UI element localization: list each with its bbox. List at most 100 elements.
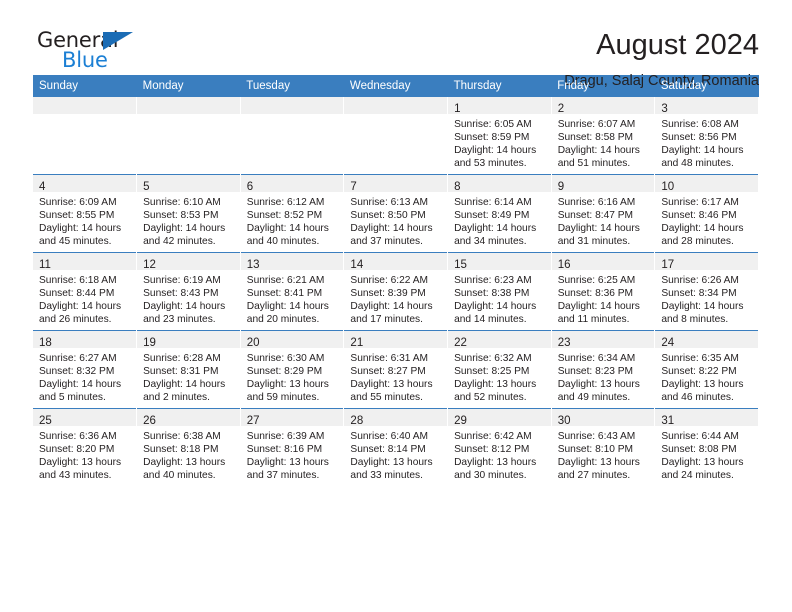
calendar-day-cell[interactable]: 23 Sunrise: 6:34 AM Sunset: 8:23 PM Dayligh… <box>551 330 656 409</box>
day-number: 3 <box>661 103 668 115</box>
calendar-day-cell[interactable]: 1 Sunrise: 6:05 AM Sunset: 8:59 PM Daylight… <box>447 97 552 175</box>
sunset-time: Sunset: 8:29 PM <box>246 366 323 378</box>
daylight-duration-line1: Daylight: 13 hours <box>246 457 329 469</box>
day-details: Sunrise: 6:08 AM Sunset: 8:56 PM Daylight:… <box>655 114 758 170</box>
daylight-duration-line1: Daylight: 14 hours <box>246 301 329 313</box>
daylight-duration-line2: and 37 minutes. <box>246 470 320 482</box>
sunrise-time: Sunrise: 6:22 AM <box>350 275 429 286</box>
calendar-day-cell[interactable]: 4 Sunrise: 6:09 AM Sunset: 8:55 PM Daylight… <box>33 174 138 253</box>
calendar-day-cell[interactable]: 20 Sunrise: 6:30 AM Sunset: 8:29 PM Dayligh… <box>240 330 345 409</box>
calendar-day-cell[interactable]: 11 Sunrise: 6:18 AM Sunset: 8:44 PM Dayligh… <box>33 252 138 331</box>
sunset-time: Sunset: 8:23 PM <box>557 366 634 378</box>
day-number: 18 <box>39 337 52 349</box>
sunset-time: Sunset: 8:38 PM <box>454 288 530 300</box>
calendar-day-cell[interactable]: 12 Sunrise: 6:19 AM Sunset: 8:43 PM Dayligh… <box>136 252 241 331</box>
sunset-time: Sunset: 8:31 PM <box>143 366 219 378</box>
calendar-day-cell[interactable]: 19 Sunrise: 6:28 AM Sunset: 8:31 PM Dayligh… <box>136 330 241 409</box>
calendar-day-cell[interactable]: 16 Sunrise: 6:25 AM Sunset: 8:36 PM Dayligh… <box>551 252 656 331</box>
day-details: Sunrise: 6:31 AM Sunset: 8:27 PM Daylight:… <box>344 348 447 404</box>
daylight-duration-line1: Daylight: 14 hours <box>246 223 329 235</box>
daylight-duration-line1: Daylight: 14 hours <box>39 223 122 235</box>
sunrise-time: Sunrise: 6:36 AM <box>39 431 117 442</box>
day-number-band: 1 <box>448 97 551 115</box>
sunrise-time: Sunrise: 6:35 AM <box>661 353 739 364</box>
calendar-day-cell[interactable]: 17 Sunrise: 6:26 AM Sunset: 8:34 PM Dayligh… <box>654 252 759 331</box>
calendar-day-cell-empty <box>240 97 345 175</box>
calendar-day-cell[interactable]: 5 Sunrise: 6:10 AM Sunset: 8:53 PM Daylight… <box>136 174 241 253</box>
day-number-band: 7 <box>344 175 448 193</box>
calendar-day-cell[interactable]: 14 Sunrise: 6:22 AM Sunset: 8:39 PM Dayligh… <box>343 252 449 331</box>
sunset-time: Sunset: 8:20 PM <box>39 444 115 456</box>
day-details: Sunrise: 6:42 AM Sunset: 8:12 PM Daylight:… <box>448 426 551 482</box>
calendar-day-cell[interactable]: 31 Sunrise: 6:44 AM Sunset: 8:08 PM Dayligh… <box>654 408 759 486</box>
daylight-duration-line1: Daylight: 14 hours <box>143 223 226 235</box>
daylight-duration-line1: Daylight: 13 hours <box>350 379 433 391</box>
daylight-duration-line1: Daylight: 13 hours <box>39 457 122 469</box>
calendar-day-cell[interactable]: 21 Sunrise: 6:31 AM Sunset: 8:27 PM Dayligh… <box>343 330 449 409</box>
calendar-day-cell[interactable]: 30 Sunrise: 6:43 AM Sunset: 8:10 PM Dayligh… <box>551 408 656 486</box>
day-number: 8 <box>454 181 461 193</box>
daylight-duration-line1: Daylight: 14 hours <box>454 145 537 157</box>
daylight-duration-line2: and 40 minutes. <box>246 236 320 248</box>
day-number-band: 4 <box>33 175 137 193</box>
day-details: Sunrise: 6:14 AM Sunset: 8:49 PM Daylight:… <box>448 192 551 248</box>
day-details: Sunrise: 6:35 AM Sunset: 8:22 PM Daylight:… <box>655 348 758 404</box>
day-number: 2 <box>557 103 565 115</box>
weekday-header-sunday: Sunday <box>33 75 137 97</box>
sunset-time: Sunset: 8:58 PM <box>557 132 634 144</box>
day-number-band: 26 <box>137 409 240 427</box>
calendar-day-cell[interactable]: 26 Sunrise: 6:38 AM Sunset: 8:18 PM Dayligh… <box>136 408 241 486</box>
sunset-time: Sunset: 8:47 PM <box>557 210 634 222</box>
calendar-day-cell[interactable]: 8 Sunrise: 6:14 AM Sunset: 8:49 PM Daylight… <box>447 174 552 253</box>
daylight-duration-line2: and 14 minutes. <box>454 314 527 326</box>
daylight-duration-line2: and 5 minutes. <box>39 392 106 404</box>
sunrise-time: Sunrise: 6:07 AM <box>557 119 636 130</box>
day-number-band: 14 <box>344 253 448 271</box>
daylight-duration-line2: and 37 minutes. <box>350 236 423 248</box>
calendar-day-cell[interactable]: 3 Sunrise: 6:08 AM Sunset: 8:56 PM Daylight… <box>654 97 759 175</box>
daylight-duration-line1: Daylight: 13 hours <box>661 457 744 469</box>
daylight-duration-line2: and 24 minutes. <box>661 470 734 482</box>
calendar-day-cell[interactable]: 27 Sunrise: 6:39 AM Sunset: 8:16 PM Dayligh… <box>240 408 345 486</box>
calendar-day-cell[interactable]: 7 Sunrise: 6:13 AM Sunset: 8:50 PM Daylight… <box>343 174 449 253</box>
day-number-band: 5 <box>137 175 240 193</box>
daylight-duration-line1: Daylight: 13 hours <box>557 379 640 391</box>
day-details: Sunrise: 6:21 AM Sunset: 8:41 PM Daylight:… <box>241 270 344 326</box>
page-title: August 2024 <box>596 29 759 61</box>
calendar-day-cell[interactable]: 24 Sunrise: 6:35 AM Sunset: 8:22 PM Dayligh… <box>654 330 759 409</box>
day-number-band: 2 <box>551 97 655 115</box>
daylight-duration-line2: and 2 minutes. <box>143 392 210 404</box>
sunrise-time: Sunrise: 6:43 AM <box>557 431 636 442</box>
sunrise-time: Sunrise: 6:32 AM <box>454 353 532 364</box>
daylight-duration-line2: and 28 minutes. <box>661 236 734 248</box>
calendar-day-cell[interactable]: 28 Sunrise: 6:40 AM Sunset: 8:14 PM Dayligh… <box>343 408 449 486</box>
daylight-duration-line2: and 48 minutes. <box>661 158 734 170</box>
calendar-day-cell[interactable]: 25 Sunrise: 6:36 AM Sunset: 8:20 PM Dayligh… <box>33 408 138 486</box>
sunrise-time: Sunrise: 6:17 AM <box>661 197 739 208</box>
daylight-duration-line2: and 33 minutes. <box>350 470 423 482</box>
general-blue-logo[interactable]: General Blue <box>33 26 153 78</box>
calendar-day-cell[interactable]: 13 Sunrise: 6:21 AM Sunset: 8:41 PM Dayligh… <box>240 252 345 331</box>
calendar-day-cell[interactable]: 15 Sunrise: 6:23 AM Sunset: 8:38 PM Dayligh… <box>447 252 552 331</box>
day-number-band: 15 <box>448 253 551 271</box>
daylight-duration-line1: Daylight: 14 hours <box>143 301 226 313</box>
sunrise-time: Sunrise: 6:31 AM <box>350 353 429 364</box>
calendar-day-cell[interactable]: 18 Sunrise: 6:27 AM Sunset: 8:32 PM Dayligh… <box>33 330 138 409</box>
calendar-day-cell[interactable]: 22 Sunrise: 6:32 AM Sunset: 8:25 PM Dayligh… <box>447 330 552 409</box>
calendar-day-cell[interactable]: 29 Sunrise: 6:42 AM Sunset: 8:12 PM Dayligh… <box>447 408 552 486</box>
day-details: Sunrise: 6:40 AM Sunset: 8:14 PM Daylight:… <box>344 426 447 482</box>
calendar-day-cell[interactable]: 2 Sunrise: 6:07 AM Sunset: 8:58 PM Daylight… <box>551 97 656 175</box>
sunrise-time: Sunrise: 6:05 AM <box>454 119 532 130</box>
daylight-duration-line2: and 51 minutes. <box>557 158 631 170</box>
daylight-duration-line2: and 27 minutes. <box>557 470 631 482</box>
daylight-duration-line1: Daylight: 14 hours <box>39 379 122 391</box>
day-number-band <box>33 97 137 114</box>
day-number-band: 16 <box>551 253 655 271</box>
sunset-time: Sunset: 8:18 PM <box>143 444 219 456</box>
sunset-time: Sunset: 8:46 PM <box>661 210 737 222</box>
weekday-header-tuesday: Tuesday <box>240 75 344 97</box>
calendar-day-cell[interactable]: 6 Sunrise: 6:12 AM Sunset: 8:52 PM Daylight… <box>240 174 345 253</box>
daylight-duration-line1: Daylight: 14 hours <box>350 301 433 313</box>
calendar-day-cell[interactable]: 9 Sunrise: 6:16 AM Sunset: 8:47 PM Daylight… <box>551 174 656 253</box>
calendar-day-cell[interactable]: 10 Sunrise: 6:17 AM Sunset: 8:46 PM Dayligh… <box>654 174 759 253</box>
